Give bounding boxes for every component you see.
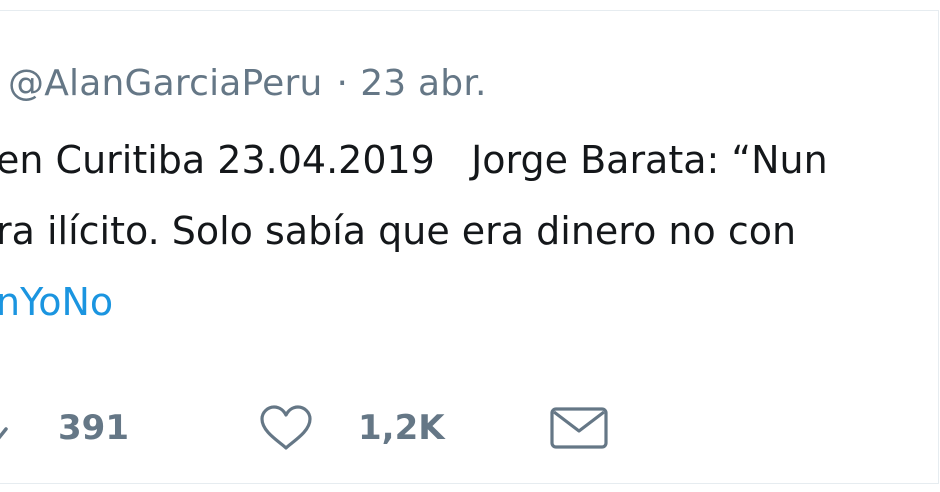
heart-icon bbox=[256, 402, 316, 454]
header-separator: · bbox=[336, 63, 349, 104]
tweet-text: en Curitiba 23.04.2019 Jorge Barata: “Nu… bbox=[0, 125, 828, 338]
tweet-text-line: en Curitiba 23.04.2019 Jorge Barata: “Nu… bbox=[0, 138, 828, 182]
tweet-date[interactable]: 23 abr. bbox=[360, 63, 487, 104]
like-button[interactable]: 1,2K bbox=[256, 393, 445, 463]
tweet-text-line: ra ilícito. Solo sabía que era dinero no… bbox=[0, 209, 797, 253]
retweet-button[interactable]: 391 bbox=[0, 393, 129, 463]
direct-message-button[interactable] bbox=[548, 393, 610, 463]
retweet-icon bbox=[0, 403, 22, 453]
tweet-card[interactable]: @AlanGarciaPeru · 23 abr. en Curitiba 23.0… bbox=[0, 10, 939, 484]
envelope-icon bbox=[548, 403, 610, 453]
tweet-header: @AlanGarciaPeru · 23 abr. bbox=[8, 63, 487, 104]
like-count: 1,2K bbox=[358, 408, 445, 448]
hashtag-link[interactable]: nYoNo bbox=[0, 280, 113, 324]
retweet-count: 391 bbox=[58, 408, 129, 448]
tweet-actions: 391 1,2K bbox=[0, 393, 938, 463]
user-handle[interactable]: @AlanGarciaPeru bbox=[8, 63, 323, 104]
